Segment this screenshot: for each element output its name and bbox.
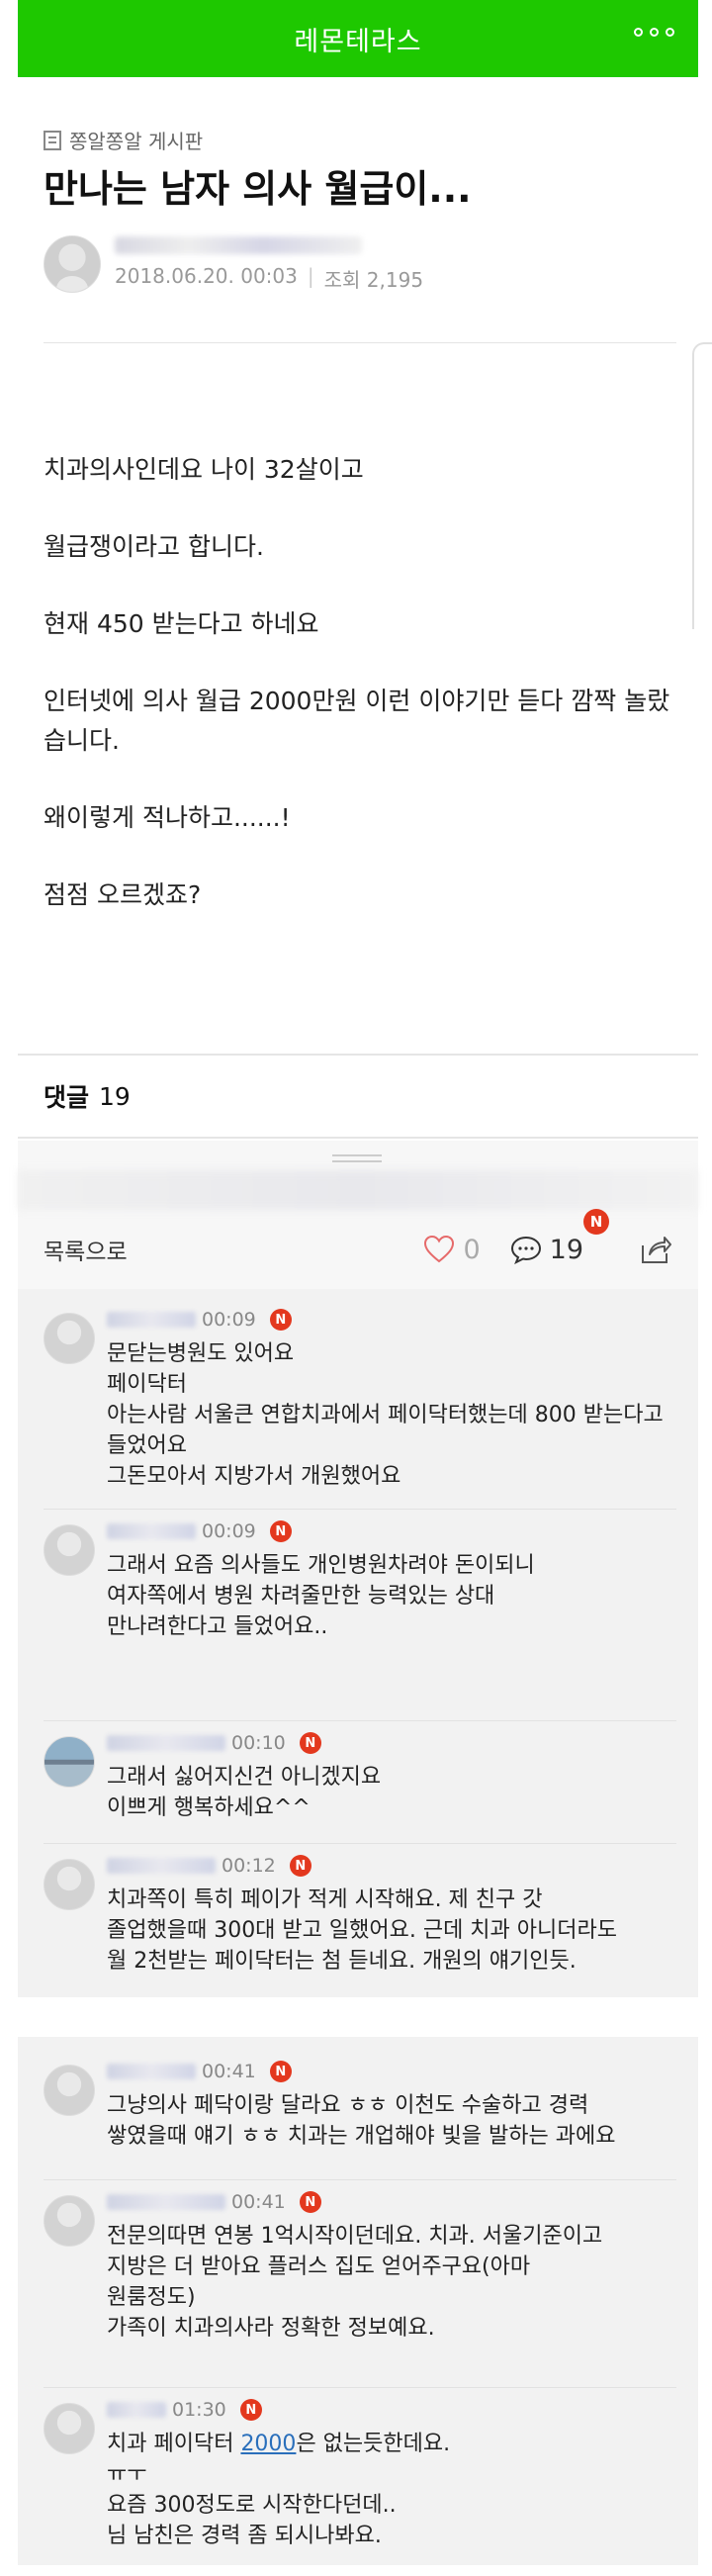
comment-time: 00:10 [231,1732,286,1754]
meta-divider: | [307,263,314,288]
to-list-button[interactable]: 목록으로 [44,1233,128,1266]
commenter-name-blurred [107,1312,196,1328]
page: 레몬테라스 쫑알쫑알 게시판 만나는 남자 의사 월급이... 2018.06.… [0,0,712,2576]
commenter-name-blurred [107,2402,166,2418]
new-badge: N [239,2399,262,2421]
commenter-avatar[interactable] [44,2403,95,2454]
comment-text-part: 치과 페이닥터 [107,2432,241,2456]
comment-text: 문닫는병원도 있어요 페이닥터 아는사람 서울큰 연합치과에서 페이닥터했는데 … [107,1341,664,1489]
comment-divider [44,1843,676,1844]
comment-text: 그래서 싫어지신건 아니겠지요 이쁘게 행복하세요^^ [107,1765,382,1820]
commenter-avatar[interactable] [44,1313,95,1364]
action-bar: 목록으로 0 19 N [18,1208,698,1289]
like-count: 0 [463,1234,481,1265]
comment-divider [44,1509,676,1510]
new-badge: N [289,1855,312,1877]
drag-handle-icon[interactable] [332,1154,382,1162]
scroll-edge [692,342,712,629]
share-icon[interactable] [639,1234,672,1265]
comment-time: 00:09 [202,1520,256,1542]
comment-count: 19 [549,1234,583,1265]
post-paragraph: 인터넷에 의사 월급 2000만원 이런 이야기만 듣다 깜짝 놀랐습니다. [44,687,670,755]
commenter-name-blurred [107,2064,196,2079]
comment-time: 01:30 [172,2399,226,2421]
new-badge: N [299,1732,321,1754]
commenter-name-blurred [107,1523,196,1539]
comment-time: 00:41 [202,2061,256,2082]
comment-time: 00:09 [202,1309,256,1331]
app-header: 레몬테라스 [18,0,698,77]
comment-list: 00:09 N 문닫는병원도 있어요 페이닥터 아는사람 서울큰 연합치과에서 … [18,1289,698,2565]
comment-time: 00:12 [222,1855,276,1877]
board-name: 쫑알쫑알 게시판 [69,130,204,153]
commenter-avatar[interactable] [44,1736,95,1788]
commenter-avatar[interactable] [44,2065,95,2116]
commenter-avatar[interactable] [44,2195,95,2247]
commenter-name-blurred [107,2194,225,2210]
comment-link[interactable]: 2000 [240,2432,296,2456]
new-badge: N [269,2061,292,2082]
post-paragraph: 치과의사인데요 나이 32살이고 [44,455,364,484]
post-body: 치과의사인데요 나이 32살이고 월급쟁이라고 합니다. 현재 450 받는다고… [44,450,676,953]
post-paragraph: 월급쟁이라고 합니다. [44,532,264,561]
post-title: 만나는 남자 의사 월급이... [44,167,472,211]
new-badge: N [299,2191,321,2213]
action-bar-area: 목록으로 0 19 N [18,1141,698,1289]
post-paragraph: 현재 450 받는다고 하네요 [44,609,319,638]
like-button[interactable]: 0 [423,1234,481,1265]
commenter-avatar[interactable] [44,1859,95,1910]
author-name-blurred [115,235,362,254]
new-badge: N [269,1309,292,1331]
comment-bubble-icon [510,1236,541,1264]
comment-divider [44,2387,676,2388]
comment-count-bar[interactable]: 댓글 19 [18,1054,698,1139]
commenter-name-blurred [107,1735,225,1751]
author-avatar[interactable] [44,235,101,293]
comment-divider [44,2179,676,2180]
new-badge: N [583,1208,609,1235]
commenter-name-blurred [107,1858,216,1874]
comments-count: 19 [99,1081,131,1111]
new-badge: N [269,1520,292,1542]
board-link[interactable]: 쫑알쫑알 게시판 [44,126,203,154]
board-list-icon [44,130,61,150]
heart-icon [424,1235,455,1263]
post-paragraph: 왜이렇게 적나하고......! [44,803,291,832]
post-date: 2018.06.20. 00:03 [115,263,298,288]
app-title: 레몬테라스 [294,26,422,57]
comment-text: 치과 페이닥터 2000은 없는듯한데요. ㅠㅜ 요즘 300정도로 시작한다던… [107,2429,690,2551]
comment-text: 그냥의사 페닥이랑 달라요 ㅎㅎ 이천도 수술하고 경력 쌓였을때 얘기 ㅎㅎ … [107,2093,616,2149]
post-views: 조회 2,195 [323,267,424,292]
comment-time: 00:41 [231,2191,286,2213]
commenter-avatar[interactable] [44,1524,95,1576]
author-info: 2018.06.20. 00:03 | 조회 2,195 [44,235,423,293]
blurred-strip [18,1170,698,1210]
comment-text: 그래서 요즘 의사들도 개인병원차려야 돈이되니 여자쪽에서 병원 차려줄만한 … [107,1553,535,1639]
comment-divider [44,1720,676,1721]
header-divider [44,342,676,343]
comments-label: 댓글 [44,1083,90,1112]
comment-group-gap [18,1997,698,2037]
comment-text: 전문의따면 연봉 1억시작이던데요. 치과. 서울기준이고 지방은 더 받아요 … [107,2224,603,2341]
comment-button[interactable]: 19 N [510,1208,609,1265]
more-menu-icon[interactable] [634,28,674,37]
comment-text: 치과쪽이 특히 페이가 적게 시작해요. 제 친구 갓 졸업했을때 300대 받… [107,1887,617,1974]
post-paragraph: 점점 오르겠죠? [44,880,202,909]
